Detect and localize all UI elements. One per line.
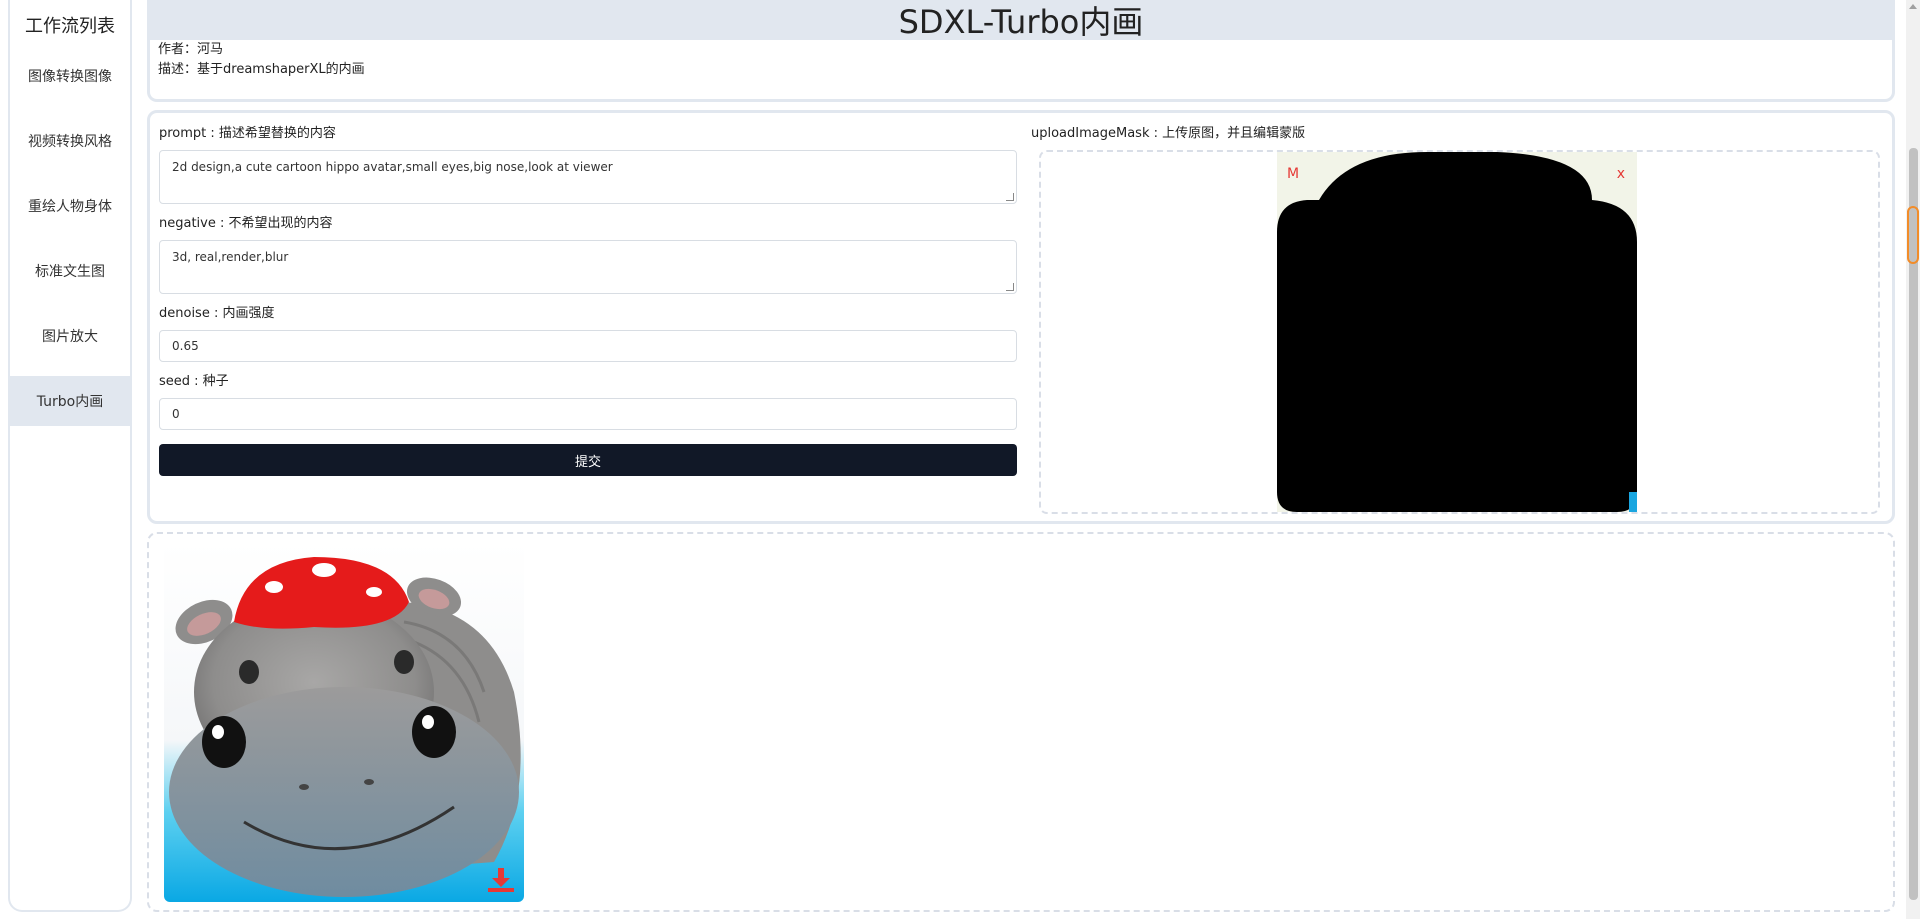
- author-line: 作者：河马: [150, 40, 1892, 60]
- result-image: [164, 542, 524, 902]
- result-panel: [147, 532, 1895, 912]
- denoise-input[interactable]: 0.65: [159, 330, 1017, 362]
- negative-label: negative : 不希望出现的内容: [159, 216, 333, 231]
- form-panel: prompt : 描述希望替换的内容 2d design,a cute cart…: [147, 110, 1895, 524]
- sidebar-item-text-to-image[interactable]: 标准文生图: [10, 246, 130, 296]
- sidebar-item-turbo-inpaint[interactable]: Turbo内画: [10, 376, 130, 426]
- hippo-result-image: [164, 542, 524, 902]
- sidebar-item-label: 视频转换风格: [28, 134, 112, 150]
- seed-input[interactable]: 0: [159, 398, 1017, 430]
- sidebar-item-redraw-body[interactable]: 重绘人物身体: [10, 181, 130, 231]
- sidebar-item-label: 标准文生图: [35, 264, 105, 280]
- prompt-value: 2d design,a cute cartoon hippo avatar,sm…: [172, 160, 613, 174]
- prompt-textarea[interactable]: 2d design,a cute cartoon hippo avatar,sm…: [159, 150, 1017, 204]
- resize-grip-icon[interactable]: [1006, 283, 1014, 291]
- denoise-value: 0.65: [172, 339, 199, 353]
- upload-label: uploadImageMask : 上传原图，并且编辑蒙版: [1031, 126, 1306, 141]
- masked-image-preview: [1277, 152, 1637, 512]
- upload-mask-area[interactable]: M x: [1039, 150, 1880, 514]
- page-title: SDXL-Turbo内画: [898, 3, 1144, 41]
- workflow-header: SDXL-Turbo内画 作者：河马 描述：基于dreamshaperXL的内画: [147, 0, 1895, 102]
- seed-value: 0: [172, 407, 180, 421]
- page-scrollbar[interactable]: [1906, 0, 1920, 919]
- prompt-label: prompt : 描述希望替换的内容: [159, 126, 336, 141]
- sidebar-item-video-style[interactable]: 视频转换风格: [10, 116, 130, 166]
- description-line: 描述：基于dreamshaperXL的内画: [150, 60, 1892, 80]
- scroll-position-indicator[interactable]: [1907, 206, 1919, 264]
- description-value: 基于dreamshaperXL的内画: [197, 62, 365, 77]
- description-label: 描述：: [158, 62, 198, 77]
- sidebar-item-label: 图像转换图像: [28, 69, 112, 85]
- sidebar-item-label: 重绘人物身体: [28, 199, 112, 215]
- sidebar: 工作流列表 图像转换图像 视频转换风格 重绘人物身体 标准文生图 图片放大 Tu…: [8, 0, 132, 912]
- negative-value: 3d, real,render,blur: [172, 250, 289, 264]
- mask-marker[interactable]: M: [1287, 166, 1299, 182]
- resize-grip-icon[interactable]: [1006, 193, 1014, 201]
- header-bar: SDXL-Turbo内画: [150, 0, 1892, 41]
- author-label: 作者：: [158, 42, 198, 57]
- sidebar-item-label: 图片放大: [42, 329, 98, 345]
- remove-image-icon[interactable]: x: [1617, 166, 1625, 182]
- mask-editor-image[interactable]: M x: [1277, 152, 1637, 512]
- submit-button[interactable]: 提交: [159, 444, 1017, 476]
- author-value: 河马: [197, 42, 224, 57]
- denoise-label: denoise : 内画强度: [159, 306, 275, 321]
- negative-textarea[interactable]: 3d, real,render,blur: [159, 240, 1017, 294]
- sidebar-title: 工作流列表: [25, 16, 115, 37]
- sidebar-item-upscale[interactable]: 图片放大: [10, 311, 130, 361]
- seed-label: seed : 种子: [159, 374, 229, 389]
- scroll-up-icon[interactable]: [1909, 4, 1917, 9]
- sidebar-item-label: Turbo内画: [36, 394, 104, 410]
- sidebar-item-image-to-image[interactable]: 图像转换图像: [10, 51, 130, 101]
